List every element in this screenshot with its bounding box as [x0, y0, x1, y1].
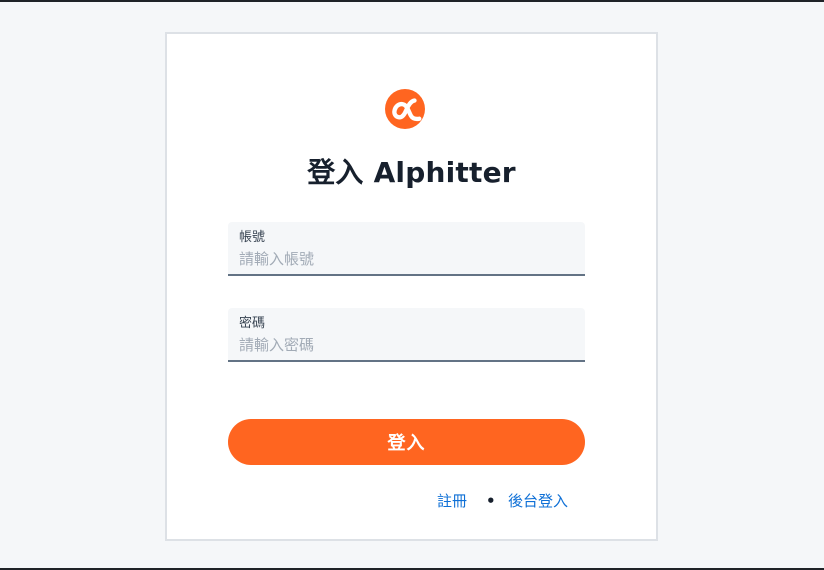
- username-field[interactable]: 帳號: [228, 222, 585, 276]
- login-button[interactable]: 登入: [228, 419, 585, 465]
- admin-login-link[interactable]: 後台登入: [508, 489, 568, 513]
- password-label: 密碼: [239, 316, 266, 331]
- page-title: 登入 Alphitter: [307, 156, 516, 189]
- username-label: 帳號: [239, 230, 266, 245]
- password-input[interactable]: [239, 334, 569, 356]
- alpha-logo-icon: [385, 88, 427, 130]
- link-separator: •: [486, 492, 496, 510]
- login-card: 登入 Alphitter 帳號 密碼 登入 註冊 • 後台登入: [165, 32, 658, 541]
- password-field[interactable]: 密碼: [228, 308, 585, 362]
- username-input[interactable]: [239, 248, 569, 270]
- top-border: [0, 0, 824, 2]
- auth-links: 註冊 • 後台登入: [437, 489, 597, 513]
- register-link[interactable]: 註冊: [437, 489, 467, 513]
